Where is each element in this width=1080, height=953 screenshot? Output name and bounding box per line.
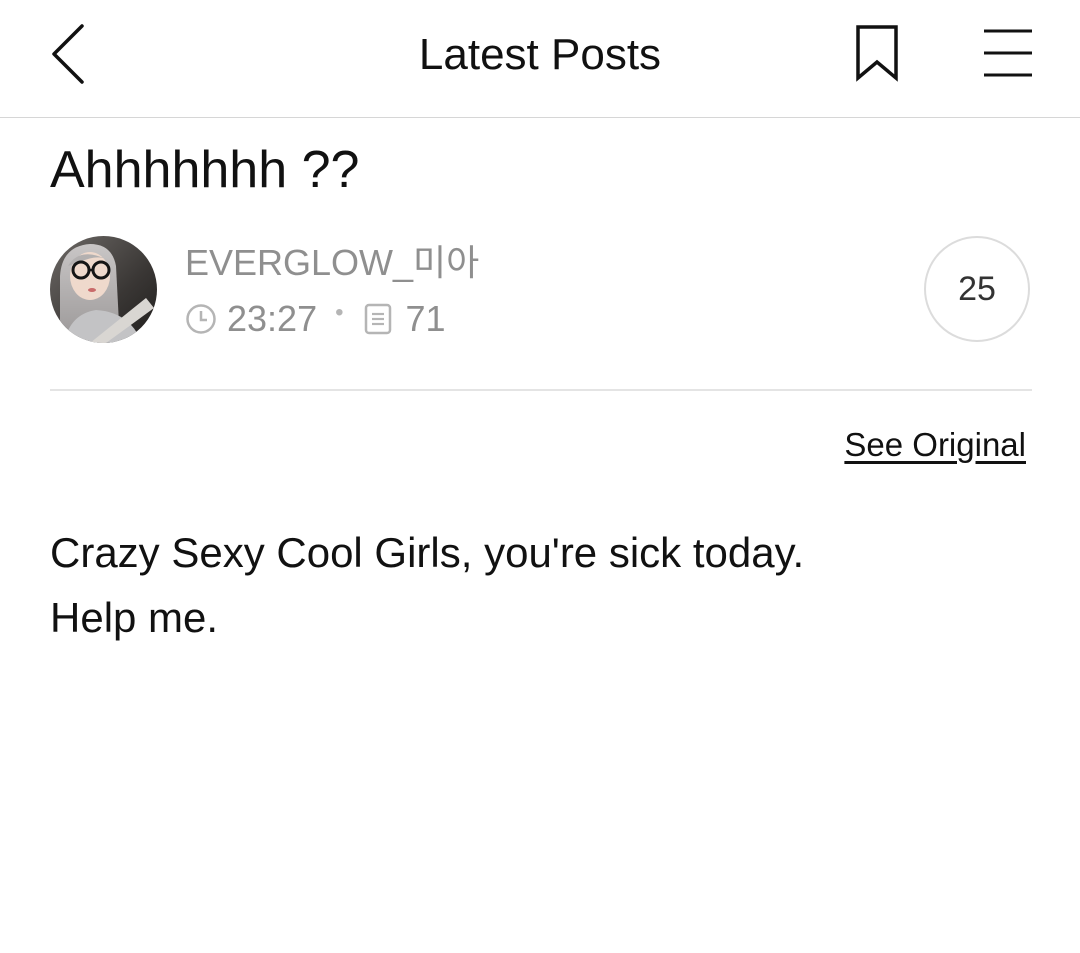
author-name[interactable]: EVERGLOW_미아 <box>185 241 479 285</box>
post-body: Crazy Sexy Cool Girls, you're sick today… <box>50 520 1030 650</box>
see-original-link[interactable]: See Original <box>844 424 1026 466</box>
divider <box>50 389 1032 391</box>
document-icon <box>364 303 396 335</box>
meta-separator-dot: • <box>335 299 344 326</box>
hamburger-menu-icon <box>984 29 1032 77</box>
post-meta: 23:27 • 71 <box>185 296 446 342</box>
view-count: 71 <box>405 298 446 339</box>
post-time: 23:27 <box>227 298 318 339</box>
user-avatar-photo <box>50 236 157 343</box>
comment-count-button[interactable]: 25 <box>924 236 1030 342</box>
top-app-bar: Latest Posts <box>0 0 1080 118</box>
post-body-line: Crazy Sexy Cool Girls, you're sick today… <box>50 529 805 576</box>
bookmark-button[interactable] <box>846 18 908 88</box>
bookmark-icon <box>856 25 898 82</box>
post-body-line: Help me. <box>50 594 219 641</box>
clock-icon <box>185 303 217 335</box>
menu-button[interactable] <box>972 18 1044 88</box>
page-title: Latest Posts <box>418 30 662 79</box>
post-title: Ahhhhhhh ?? <box>50 141 360 199</box>
avatar[interactable] <box>50 236 157 343</box>
